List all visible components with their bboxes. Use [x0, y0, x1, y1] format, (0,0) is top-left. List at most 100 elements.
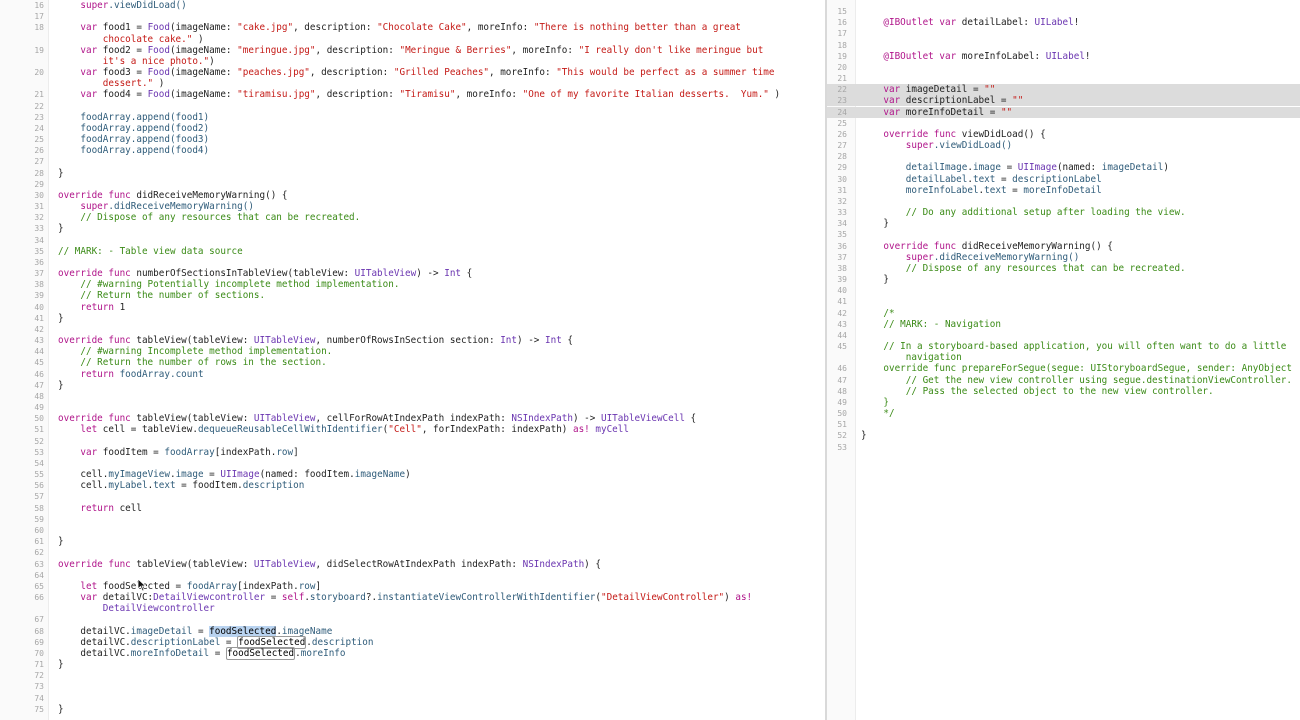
code-line[interactable]: 69 detailVC.descriptionLabel = foodSelec… [0, 635, 825, 649]
code-line[interactable]: 67 [0, 614, 825, 625]
code-line[interactable]: 74 [0, 693, 825, 704]
code-line[interactable]: 34 [0, 235, 825, 246]
code-line[interactable]: 17 [0, 11, 825, 22]
code-line[interactable]: 23 foodArray.append(food1) [0, 112, 825, 123]
code-line[interactable]: 61} [0, 536, 825, 547]
code-line[interactable]: 48 // Pass the selected object to the ne… [827, 386, 1300, 397]
code-line[interactable]: 45 // In a storyboard-based application,… [827, 341, 1300, 352]
code-line[interactable]: 32 [827, 196, 1300, 207]
code-line[interactable]: 21 var food4 = Food(imageName: "tiramisu… [0, 89, 825, 100]
code-line[interactable]: 65 let foodSelected = foodArray[indexPat… [0, 581, 825, 592]
code-line[interactable]: 51 let cell = tableView.dequeueReusableC… [0, 424, 825, 435]
primary-editor-pane[interactable]: 16 super.viewDidLoad() 17 18 var food1 = F… [0, 0, 825, 720]
code-line[interactable]: 53 [827, 442, 1300, 453]
code-line[interactable]: 30 detailLabel.text = descriptionLabel [827, 174, 1300, 185]
code-line[interactable]: 42 /* [827, 308, 1300, 319]
code-line[interactable]: 24 var moreInfoDetail = "" [827, 106, 1300, 118]
code-line[interactable]: 46 return foodArray.count [0, 369, 825, 380]
code-line[interactable]: 33} [0, 223, 825, 234]
code-line[interactable]: 23 var descriptionLabel = "" [827, 95, 1300, 107]
code-line[interactable]: 57 [0, 491, 825, 502]
code-line[interactable]: 38 // #warning Potentially incomplete me… [0, 279, 825, 290]
code-line[interactable]: 31 super.didReceiveMemoryWarning() [0, 201, 825, 212]
code-line[interactable]: 70 detailVC.moreInfoDetail = foodSelecte… [0, 646, 825, 660]
code-line[interactable]: 43 // MARK: - Navigation [827, 319, 1300, 330]
code-line[interactable]: 44 // #warning Incomplete method impleme… [0, 346, 825, 357]
code-line[interactable]: 54 [0, 458, 825, 469]
code-line[interactable]: 26 override func viewDidLoad() { [827, 129, 1300, 140]
code-line[interactable]: 53 var foodItem = foodArray[indexPath.ro… [0, 447, 825, 458]
code-line[interactable]: 19 @IBOutlet var moreInfoLabel: UILabel! [827, 51, 1300, 62]
code-line[interactable]: 51 [827, 419, 1300, 430]
code-line[interactable]: DetailViewcontroller [0, 603, 825, 614]
code-line[interactable]: 64 [0, 570, 825, 581]
code-line[interactable]: 40 return 1 [0, 302, 825, 313]
code-line[interactable]: 19 var food2 = Food(imageName: "meringue… [0, 45, 825, 56]
code-line[interactable]: 35 [827, 229, 1300, 240]
code-line[interactable]: 20 var food3 = Food(imageName: "peaches.… [0, 67, 825, 78]
code-line[interactable]: 38 // Dispose of any resources that can … [827, 263, 1300, 274]
code-line[interactable]: 75} [0, 704, 825, 715]
code-line[interactable]: 28 [827, 151, 1300, 162]
code-line[interactable]: 37 super.didReceiveMemoryWarning() [827, 252, 1300, 263]
code-line[interactable]: 18 [827, 40, 1300, 51]
code-line[interactable]: 56 cell.myLabel.text = foodItem.descript… [0, 480, 825, 491]
code-line[interactable]: 52 [0, 436, 825, 447]
code-line[interactable]: 40 [827, 285, 1300, 296]
assistant-editor-pane[interactable]: 15 16 @IBOutlet var detailLabel: UILabel!… [827, 0, 1300, 720]
code-line[interactable]: 27 super.viewDidLoad() [827, 140, 1300, 151]
code-line[interactable]: 59 [0, 514, 825, 525]
code-line[interactable]: 29 detailImage.image = UIImage(named: im… [827, 162, 1300, 173]
code-line[interactable]: 39 } [827, 274, 1300, 285]
code-line[interactable]: 30 override func didReceiveMemoryWarning(… [0, 190, 825, 201]
code-line[interactable]: 36 [0, 257, 825, 268]
code-line[interactable]: 47 // Get the new view controller using … [827, 375, 1300, 386]
code-line[interactable]: 17 [827, 28, 1300, 39]
code-line[interactable]: 18 var food1 = Food(imageName: "cake.jpg… [0, 22, 825, 33]
code-line[interactable]: 63 override func tableView(tableView: UIT… [0, 559, 825, 570]
code-line[interactable]: 26 foodArray.append(food4) [0, 145, 825, 156]
code-line[interactable]: 20 [827, 62, 1300, 73]
code-line[interactable]: 52} [827, 430, 1300, 441]
code-line[interactable]: 73 [0, 681, 825, 692]
code-line[interactable]: 33 // Do any additional setup after load… [827, 207, 1300, 218]
code-line[interactable]: 31 moreInfoLabel.text = moreInfoDetail [827, 185, 1300, 196]
code-line[interactable]: 41} [0, 313, 825, 324]
code-line[interactable]: 68 detailVC.imageDetail = foodSelected.i… [0, 625, 825, 637]
code-line[interactable]: 50 */ [827, 408, 1300, 419]
code-line[interactable]: 50 override func tableView(tableView: UIT… [0, 413, 825, 424]
code-line[interactable]: 35 // MARK: - Table view data source [0, 246, 825, 257]
code-line[interactable]: 36 override func didReceiveMemoryWarning… [827, 241, 1300, 252]
code-line[interactable]: 60 [0, 525, 825, 536]
code-line[interactable]: 66 var detailVC:DetailViewcontroller = s… [0, 592, 825, 603]
code-line[interactable]: 49 } [827, 397, 1300, 408]
code-line[interactable]: 16 super.viewDidLoad() [0, 0, 825, 11]
code-line[interactable]: 22 [0, 101, 825, 112]
code-line[interactable]: 24 foodArray.append(food2) [0, 123, 825, 134]
code-line[interactable]: 46 override func prepareForSegue(segue: … [827, 363, 1300, 374]
code-line[interactable]: navigation [827, 352, 1300, 363]
code-line[interactable]: 21 [827, 73, 1300, 84]
code-line[interactable]: 58 return cell [0, 503, 825, 514]
code-line[interactable]: 39 // Return the number of sections. [0, 290, 825, 301]
code-line[interactable]: 28} [0, 168, 825, 179]
code-line[interactable]: 25 [827, 118, 1300, 129]
code-line[interactable]: 45 // Return the number of rows in the s… [0, 357, 825, 368]
code-line[interactable]: 43 override func tableView(tableView: UIT… [0, 335, 825, 346]
code-line[interactable]: 16 @IBOutlet var detailLabel: UILabel! [827, 17, 1300, 28]
code-line[interactable]: 71} [0, 659, 825, 670]
code-line[interactable]: it's a nice photo.") [0, 56, 825, 67]
code-line[interactable]: 22 var imageDetail = "" [827, 84, 1300, 96]
code-line[interactable]: 72 [0, 670, 825, 681]
code-line[interactable]: 25 foodArray.append(food3) [0, 134, 825, 145]
code-line[interactable]: 27 [0, 156, 825, 167]
code-line[interactable]: 49 [0, 402, 825, 413]
code-line[interactable]: 15 [827, 6, 1300, 17]
code-line[interactable]: 47} [0, 380, 825, 391]
code-line[interactable]: 62 [0, 547, 825, 558]
code-line[interactable]: 44 [827, 330, 1300, 341]
code-line[interactable]: 55 cell.myImageView.image = UIImage(name… [0, 469, 825, 480]
code-line[interactable]: dessert." ) [0, 78, 825, 89]
code-line[interactable]: 41 [827, 296, 1300, 307]
code-line[interactable]: chocolate cake." ) [0, 34, 825, 45]
